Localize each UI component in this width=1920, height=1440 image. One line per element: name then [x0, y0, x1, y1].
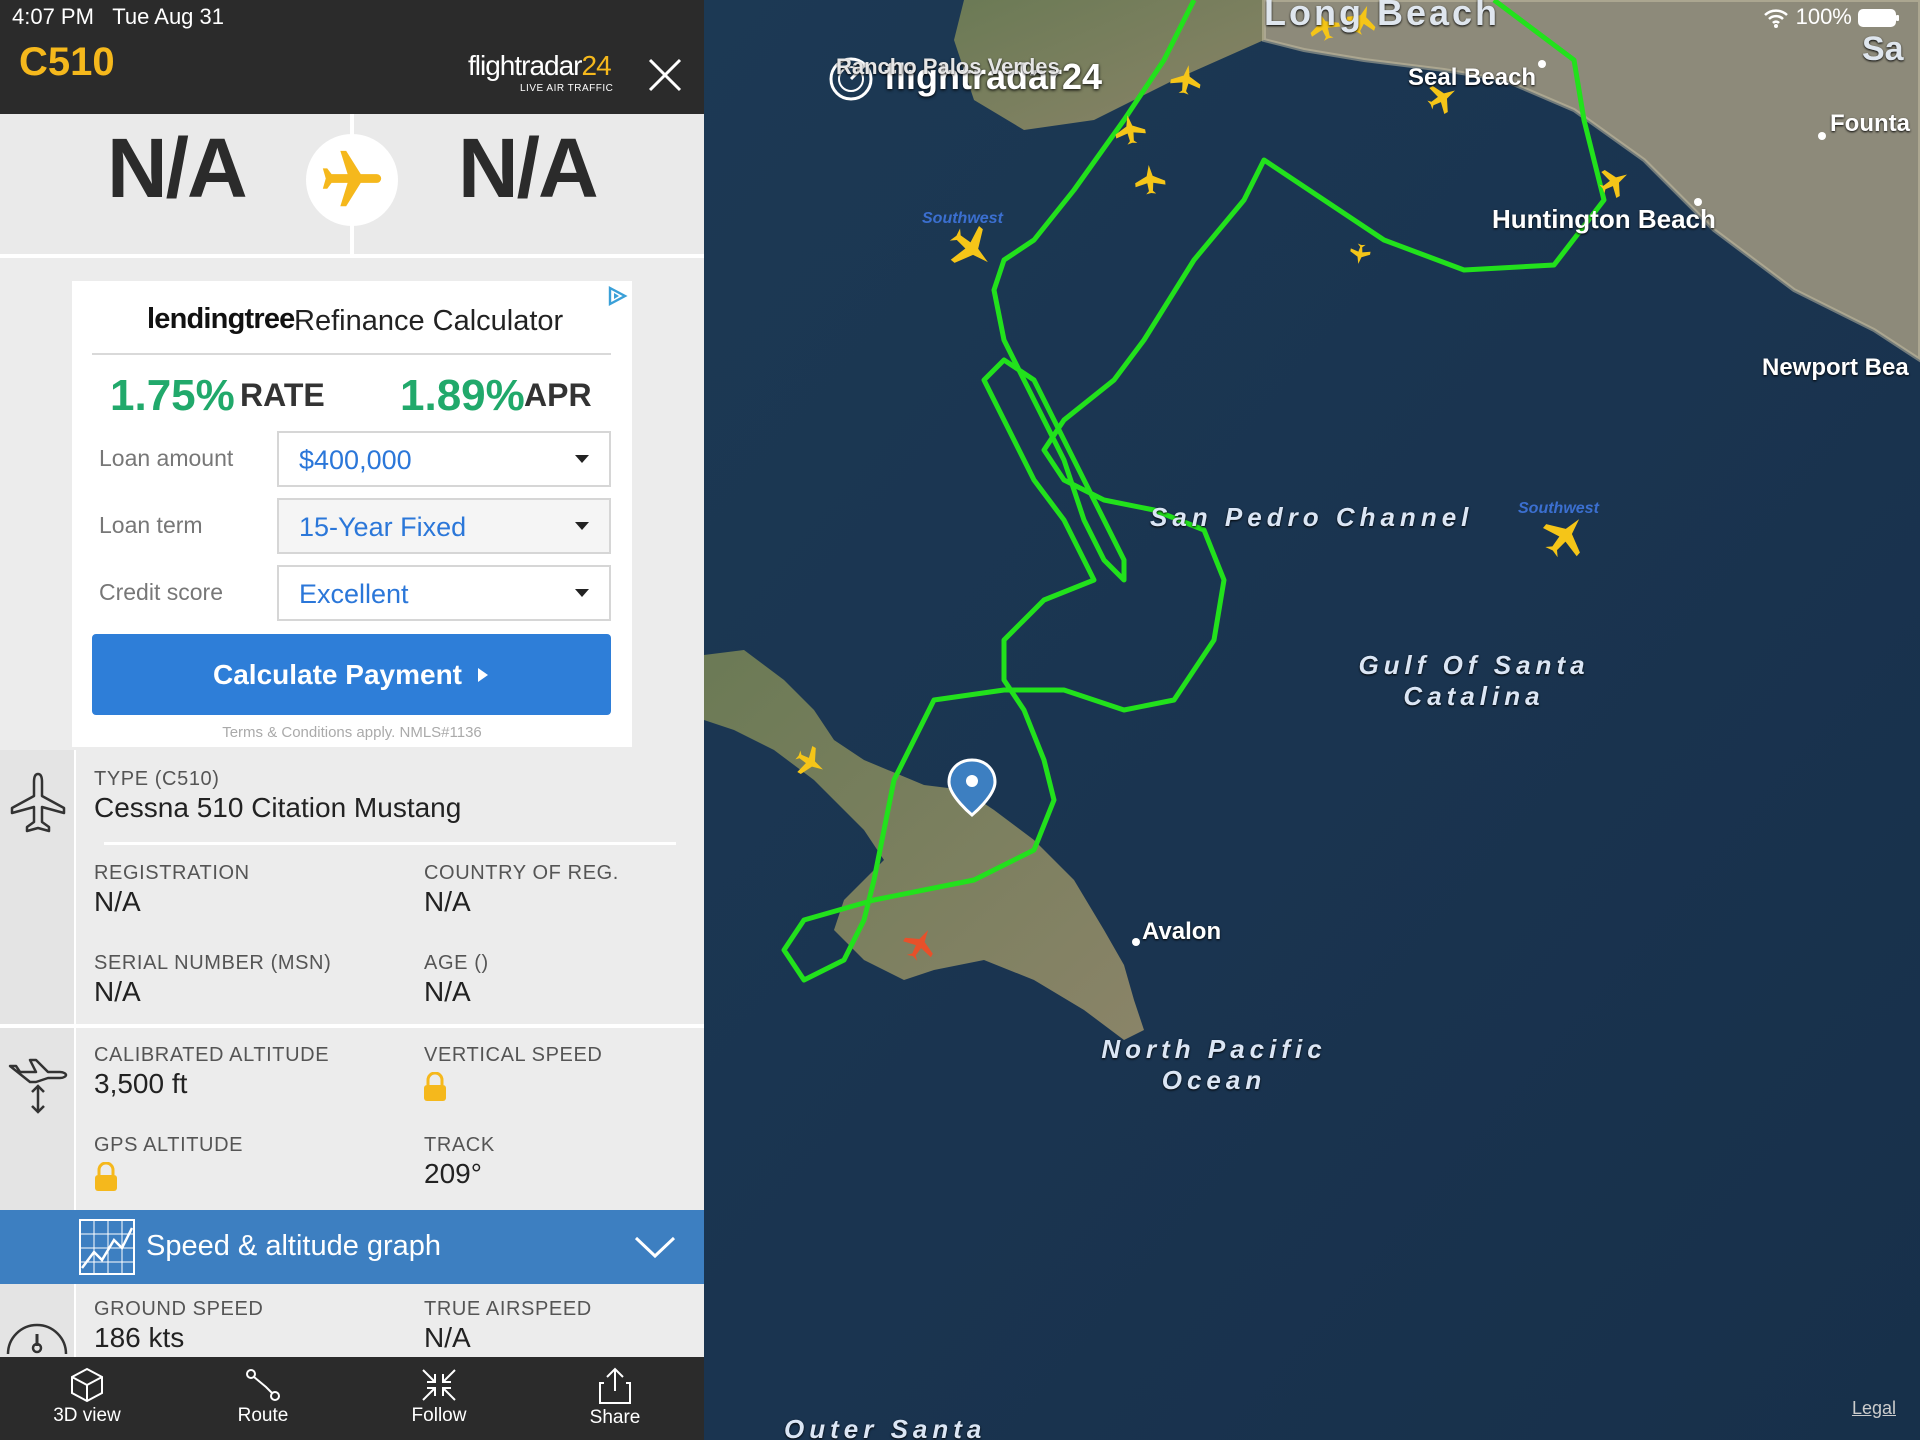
dropdown-arrow-icon: [575, 522, 589, 530]
place-dot: [1132, 938, 1140, 946]
wifi-icon: [1764, 9, 1789, 29]
ad-brand-logo: lendingtree: [147, 303, 295, 335]
divider: [104, 842, 676, 845]
airplane-icon: [306, 134, 398, 226]
airline-tag: Southwest: [922, 210, 1003, 227]
airplane-outline-icon: [10, 772, 66, 833]
gps-altitude-label: GPS ALTITUDE: [94, 1134, 244, 1156]
credit-score-select[interactable]: Excellent: [277, 565, 611, 621]
ground-speed-value: 186 kts: [94, 1322, 185, 1353]
speedometer-icon: [6, 1323, 68, 1355]
place-dot: [1538, 60, 1546, 68]
route-icon: [246, 1369, 280, 1401]
registration-value: N/A: [94, 886, 141, 917]
status-time: 4:07 PM Tue Aug 31: [12, 4, 224, 29]
place-avalon: Avalon: [1142, 918, 1222, 945]
calibrated-altitude-value: 3,500 ft: [94, 1068, 188, 1099]
loan-amount-label: Loan amount: [99, 445, 234, 471]
altitude-icon: [8, 1058, 68, 1114]
track-label: TRACK: [424, 1134, 495, 1156]
water-outer-santa: Outer Santa: [784, 1414, 987, 1440]
ad-terms: Terms & Conditions apply. NMLS#1136: [222, 724, 482, 741]
lock-icon[interactable]: [423, 1072, 447, 1102]
serial-value: N/A: [94, 976, 141, 1007]
loan-term-label: Loan term: [99, 512, 203, 538]
tab-route[interactable]: Route: [203, 1357, 323, 1440]
aircraft-section: TYPE (C510) Cessna 510 Citation Mustang …: [0, 750, 704, 1024]
credit-score-label: Credit score: [99, 579, 223, 605]
place-fountain-valley: Founta: [1830, 110, 1910, 137]
status-battery: 100%: [1763, 4, 1900, 30]
dropdown-arrow-icon: [575, 455, 589, 463]
registration-label: REGISTRATION: [94, 862, 250, 884]
lendingtree-ad[interactable]: lendingtree Refinance Calculator 1.75% R…: [72, 281, 632, 747]
panel-header: 4:07 PM Tue Aug 31 C510 flightradar24 LI…: [0, 0, 704, 114]
place-newport-beach: Newport Bea: [1762, 354, 1909, 381]
vertical-speed-label: VERTICAL SPEED: [424, 1044, 603, 1066]
apr-value: 1.89%: [400, 371, 525, 420]
place-seal-beach: Seal Beach: [1408, 64, 1537, 91]
water-gulf-of-santa-catalina: Gulf Of Santa Catalina: [1358, 650, 1590, 711]
fr24-logo: flightradar24: [468, 50, 612, 81]
map-canvas[interactable]: [704, 0, 1920, 1440]
speed-altitude-graph-toggle[interactable]: Speed & altitude graph: [0, 1210, 704, 1284]
water-north-pacific-ocean: North Pacific Ocean: [1101, 1034, 1327, 1095]
cube-icon: [71, 1367, 103, 1403]
age-value: N/A: [424, 976, 471, 1007]
ad-title: Refinance Calculator: [294, 305, 564, 337]
calculate-payment-button[interactable]: Calculate Payment: [92, 634, 611, 715]
adchoices-icon[interactable]: [606, 285, 628, 307]
country-label: COUNTRY OF REG.: [424, 862, 619, 884]
close-icon[interactable]: [646, 56, 684, 94]
serial-label: SERIAL NUMBER (MSN): [94, 952, 332, 974]
callsign-title: C510: [19, 40, 115, 84]
airline-tag: Southwest: [1518, 500, 1599, 517]
flight-info-panel: 4:07 PM Tue Aug 31 C510 flightradar24 LI…: [0, 0, 704, 1440]
rate-label: RATE: [240, 377, 325, 413]
tab-share[interactable]: Share: [555, 1357, 675, 1440]
loan-amount-select[interactable]: $400,000: [277, 431, 611, 487]
tab-follow[interactable]: Follow: [379, 1357, 499, 1440]
dropdown-arrow-icon: [575, 589, 589, 597]
flight-map[interactable]: flightradar24 Rancho Palos Verdes Long B…: [704, 0, 1920, 1440]
rate-value: 1.75%: [110, 371, 235, 420]
age-label: AGE (): [424, 952, 489, 974]
country-value: N/A: [424, 886, 471, 917]
tab-3d-view[interactable]: 3D view: [27, 1357, 147, 1440]
route-summary: N/A N/A: [0, 114, 704, 258]
chevron-right-icon: [478, 667, 488, 682]
type-label: TYPE (C510): [94, 768, 220, 790]
destination-code: N/A: [458, 121, 599, 215]
legal-link[interactable]: Legal: [1852, 1398, 1896, 1419]
bottom-toolbar: 3D view Route Follow Share: [0, 1357, 704, 1440]
share-icon: [599, 1367, 631, 1404]
type-value: Cessna 510 Citation Mustang: [94, 792, 462, 823]
battery-icon: [1858, 9, 1899, 28]
true-airspeed-value: N/A: [424, 1322, 471, 1353]
graph-icon: [79, 1219, 135, 1275]
ad-divider: [92, 353, 611, 355]
place-huntington-beach: Huntington Beach: [1492, 204, 1716, 234]
fr24-logo-subtitle: LIVE AIR TRAFFIC: [520, 83, 614, 94]
calibrated-altitude-label: CALIBRATED ALTITUDE: [94, 1044, 330, 1066]
water-san-pedro-channel: San Pedro Channel: [1150, 502, 1474, 532]
place-dot: [1818, 132, 1826, 140]
place-rancho-palos-verdes: Rancho Palos Verdes: [836, 54, 1060, 79]
chevron-down-icon: [634, 1236, 676, 1259]
graph-bar-title: Speed & altitude graph: [146, 1230, 442, 1262]
follow-icon: [422, 1369, 456, 1401]
true-airspeed-label: TRUE AIRSPEED: [424, 1298, 592, 1320]
track-value: 209°: [424, 1158, 482, 1189]
place-long-beach: Long Beach: [1264, 0, 1501, 33]
speed-section: GROUND SPEED 186 kts TRUE AIRSPEED N/A: [0, 1284, 704, 1357]
loan-term-select[interactable]: 15-Year Fixed: [277, 498, 611, 554]
origin-code: N/A: [107, 121, 248, 215]
lock-icon[interactable]: [94, 1162, 118, 1192]
altitude-section: CALIBRATED ALTITUDE 3,500 ft VERTICAL SP…: [0, 1028, 704, 1210]
place-santa-ana: Sa: [1862, 30, 1904, 68]
apr-label: APR: [524, 377, 592, 413]
ground-speed-label: GROUND SPEED: [94, 1298, 264, 1320]
